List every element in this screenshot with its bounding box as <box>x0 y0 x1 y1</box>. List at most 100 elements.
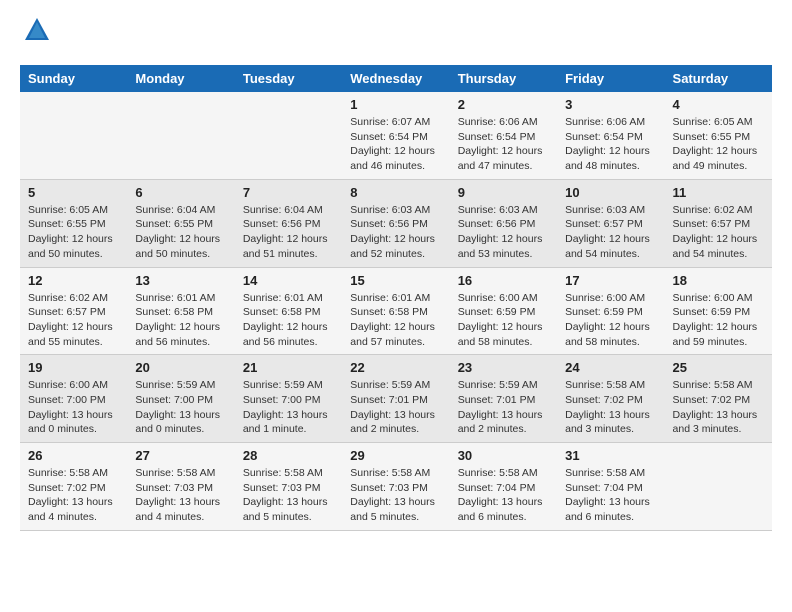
day-info: Sunrise: 6:01 AM Sunset: 6:58 PM Dayligh… <box>135 292 220 348</box>
day-number: 14 <box>243 273 334 288</box>
day-info: Sunrise: 6:05 AM Sunset: 6:55 PM Dayligh… <box>28 204 113 260</box>
day-cell: 22 Sunrise: 5:59 AM Sunset: 7:01 PM Dayli… <box>342 355 449 443</box>
week-row-4: 19Sunrise: 6:00 AM Sunset: 7:00 PM Dayli… <box>20 355 772 443</box>
day-number: 12 <box>28 273 119 288</box>
day-info: Sunrise: 6:03 AM Sunset: 6:56 PM Dayligh… <box>350 204 435 260</box>
day-number: 11 <box>673 185 764 200</box>
day-number: 24 <box>565 360 656 375</box>
week-row-1: 1 Sunrise: 6:07 AM Sunset: 6:54 PM Daylig… <box>20 92 772 179</box>
day-cell: 18 Sunrise: 6:00 AM Sunset: 6:59 PM Dayli… <box>665 267 772 355</box>
day-number: 31 <box>565 448 656 463</box>
day-info: Sunrise: 6:04 AM Sunset: 6:55 PM Dayligh… <box>135 204 220 260</box>
day-number: 1 <box>350 97 441 112</box>
day-cell: 4Sunrise: 6:05 AM Sunset: 6:55 PM Daylig… <box>665 92 772 179</box>
day-cell: 17 Sunrise: 6:00 AM Sunset: 6:59 PM Dayli… <box>557 267 664 355</box>
day-cell <box>665 443 772 531</box>
day-info: Sunrise: 6:00 AM Sunset: 6:59 PM Dayligh… <box>565 292 650 348</box>
day-cell: 25Sunrise: 5:58 AM Sunset: 7:02 PM Dayli… <box>665 355 772 443</box>
header-tuesday: Tuesday <box>235 65 342 92</box>
day-info: Sunrise: 5:59 AM Sunset: 7:00 PM Dayligh… <box>135 379 220 435</box>
day-info: Sunrise: 5:58 AM Sunset: 7:03 PM Dayligh… <box>350 467 435 523</box>
day-cell: 23 Sunrise: 5:59 AM Sunset: 7:01 PM Dayli… <box>450 355 557 443</box>
day-info: Sunrise: 6:06 AM Sunset: 6:54 PM Dayligh… <box>565 116 650 172</box>
day-cell: 20 Sunrise: 5:59 AM Sunset: 7:00 PM Dayli… <box>127 355 234 443</box>
day-number: 26 <box>28 448 119 463</box>
header-thursday: Thursday <box>450 65 557 92</box>
day-number: 3 <box>565 97 656 112</box>
day-number: 8 <box>350 185 441 200</box>
week-row-5: 26 Sunrise: 5:58 AM Sunset: 7:02 PM Dayli… <box>20 443 772 531</box>
day-cell: 31 Sunrise: 5:58 AM Sunset: 7:04 PM Dayli… <box>557 443 664 531</box>
day-info: Sunrise: 5:58 AM Sunset: 7:02 PM Dayligh… <box>673 379 758 435</box>
day-cell: 1 Sunrise: 6:07 AM Sunset: 6:54 PM Daylig… <box>342 92 449 179</box>
day-info: Sunrise: 5:58 AM Sunset: 7:02 PM Dayligh… <box>28 467 113 523</box>
day-cell: 27 Sunrise: 5:58 AM Sunset: 7:03 PM Dayli… <box>127 443 234 531</box>
day-info: Sunrise: 6:01 AM Sunset: 6:58 PM Dayligh… <box>243 292 328 348</box>
day-number: 2 <box>458 97 549 112</box>
day-cell <box>127 92 234 179</box>
header-wednesday: Wednesday <box>342 65 449 92</box>
logo <box>20 20 51 49</box>
day-cell <box>235 92 342 179</box>
day-cell <box>20 92 127 179</box>
header-friday: Friday <box>557 65 664 92</box>
day-info: Sunrise: 6:03 AM Sunset: 6:57 PM Dayligh… <box>565 204 650 260</box>
day-info: Sunrise: 6:00 AM Sunset: 7:00 PM Dayligh… <box>28 379 113 435</box>
day-number: 16 <box>458 273 549 288</box>
days-header-row: SundayMondayTuesdayWednesdayThursdayFrid… <box>20 65 772 92</box>
day-number: 21 <box>243 360 334 375</box>
day-info: Sunrise: 6:07 AM Sunset: 6:54 PM Dayligh… <box>350 116 435 172</box>
day-info: Sunrise: 6:00 AM Sunset: 6:59 PM Dayligh… <box>673 292 758 348</box>
day-info: Sunrise: 5:59 AM Sunset: 7:01 PM Dayligh… <box>350 379 435 435</box>
day-number: 28 <box>243 448 334 463</box>
day-info: Sunrise: 5:59 AM Sunset: 7:00 PM Dayligh… <box>243 379 328 435</box>
day-info: Sunrise: 6:00 AM Sunset: 6:59 PM Dayligh… <box>458 292 543 348</box>
day-number: 27 <box>135 448 226 463</box>
day-info: Sunrise: 5:58 AM Sunset: 7:02 PM Dayligh… <box>565 379 650 435</box>
day-info: Sunrise: 6:02 AM Sunset: 6:57 PM Dayligh… <box>673 204 758 260</box>
day-info: Sunrise: 5:58 AM Sunset: 7:04 PM Dayligh… <box>565 467 650 523</box>
day-cell: 6 Sunrise: 6:04 AM Sunset: 6:55 PM Daylig… <box>127 179 234 267</box>
header-monday: Monday <box>127 65 234 92</box>
day-cell: 28 Sunrise: 5:58 AM Sunset: 7:03 PM Dayli… <box>235 443 342 531</box>
day-cell: 14 Sunrise: 6:01 AM Sunset: 6:58 PM Dayli… <box>235 267 342 355</box>
day-number: 23 <box>458 360 549 375</box>
calendar-table: SundayMondayTuesdayWednesdayThursdayFrid… <box>20 65 772 531</box>
day-number: 10 <box>565 185 656 200</box>
day-cell: 21 Sunrise: 5:59 AM Sunset: 7:00 PM Dayli… <box>235 355 342 443</box>
day-cell: 16 Sunrise: 6:00 AM Sunset: 6:59 PM Dayli… <box>450 267 557 355</box>
day-info: Sunrise: 5:59 AM Sunset: 7:01 PM Dayligh… <box>458 379 543 435</box>
day-info: Sunrise: 5:58 AM Sunset: 7:03 PM Dayligh… <box>135 467 220 523</box>
day-info: Sunrise: 6:03 AM Sunset: 6:56 PM Dayligh… <box>458 204 543 260</box>
header-saturday: Saturday <box>665 65 772 92</box>
day-cell: 29Sunrise: 5:58 AM Sunset: 7:03 PM Dayli… <box>342 443 449 531</box>
day-cell: 8 Sunrise: 6:03 AM Sunset: 6:56 PM Daylig… <box>342 179 449 267</box>
day-cell: 24 Sunrise: 5:58 AM Sunset: 7:02 PM Dayli… <box>557 355 664 443</box>
day-cell: 3 Sunrise: 6:06 AM Sunset: 6:54 PM Daylig… <box>557 92 664 179</box>
day-number: 18 <box>673 273 764 288</box>
week-row-3: 12 Sunrise: 6:02 AM Sunset: 6:57 PM Dayli… <box>20 267 772 355</box>
day-info: Sunrise: 5:58 AM Sunset: 7:04 PM Dayligh… <box>458 467 543 523</box>
day-cell: 15 Sunrise: 6:01 AM Sunset: 6:58 PM Dayli… <box>342 267 449 355</box>
day-cell: 2Sunrise: 6:06 AM Sunset: 6:54 PM Daylig… <box>450 92 557 179</box>
day-number: 5 <box>28 185 119 200</box>
day-cell: 26 Sunrise: 5:58 AM Sunset: 7:02 PM Dayli… <box>20 443 127 531</box>
day-info: Sunrise: 6:04 AM Sunset: 6:56 PM Dayligh… <box>243 204 328 260</box>
day-info: Sunrise: 6:02 AM Sunset: 6:57 PM Dayligh… <box>28 292 113 348</box>
day-info: Sunrise: 5:58 AM Sunset: 7:03 PM Dayligh… <box>243 467 328 523</box>
day-cell: 11 Sunrise: 6:02 AM Sunset: 6:57 PM Dayli… <box>665 179 772 267</box>
day-cell: 12 Sunrise: 6:02 AM Sunset: 6:57 PM Dayli… <box>20 267 127 355</box>
day-number: 4 <box>673 97 764 112</box>
header <box>20 20 772 49</box>
day-number: 30 <box>458 448 549 463</box>
day-number: 9 <box>458 185 549 200</box>
day-number: 15 <box>350 273 441 288</box>
day-number: 20 <box>135 360 226 375</box>
day-number: 17 <box>565 273 656 288</box>
logo-icon <box>23 16 51 44</box>
day-info: Sunrise: 6:01 AM Sunset: 6:58 PM Dayligh… <box>350 292 435 348</box>
day-number: 6 <box>135 185 226 200</box>
day-number: 22 <box>350 360 441 375</box>
day-cell: 5 Sunrise: 6:05 AM Sunset: 6:55 PM Daylig… <box>20 179 127 267</box>
header-sunday: Sunday <box>20 65 127 92</box>
